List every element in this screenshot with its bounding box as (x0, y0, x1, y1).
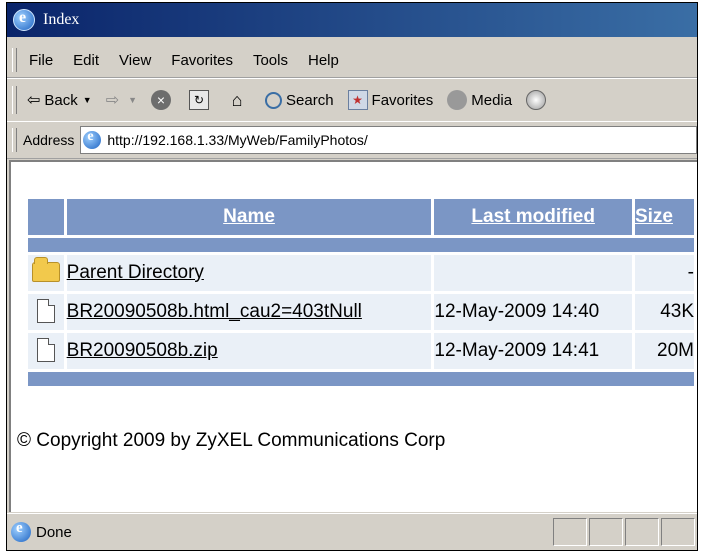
status-text: Done (36, 523, 72, 541)
row-icon-cell (28, 294, 64, 330)
stop-button[interactable]: × (151, 90, 175, 110)
menubar-grip[interactable] (12, 48, 17, 72)
window-title: Index (43, 11, 80, 28)
sort-by-name-link[interactable]: Name (223, 206, 275, 227)
header-last-modified: Last modified (434, 199, 632, 235)
refresh-icon: ↻ (189, 90, 210, 110)
menu-bar: File Edit View Favorites Tools Help (7, 43, 697, 78)
favorites-label: Favorites (371, 91, 434, 109)
row-modified-cell: 12-May-2009 14:41 (434, 333, 632, 369)
row-icon-cell (28, 255, 64, 291)
sort-by-size-link[interactable]: Size (635, 206, 673, 227)
forward-arrow-icon: ⇨ (105, 92, 120, 109)
header-icon-cell (28, 199, 64, 235)
file-icon (36, 299, 55, 323)
row-size-cell: 20M (634, 333, 694, 369)
header-name: Name (66, 199, 432, 235)
title-bar[interactable]: Index (7, 3, 697, 37)
file-link[interactable]: BR20090508b.html_cau2=403tNull (67, 301, 362, 322)
search-icon (265, 91, 283, 109)
menu-edit[interactable]: Edit (73, 52, 99, 69)
history-icon (526, 90, 547, 110)
status-bar: Done (7, 513, 697, 550)
page-content: Name Last modified Size Parent Directory… (9, 160, 697, 512)
row-name-cell: BR20090508b.zip (66, 333, 432, 369)
directory-listing: Name Last modified Size Parent Directory… (25, 196, 697, 389)
media-button[interactable]: Media (447, 90, 512, 110)
search-label: Search (286, 91, 334, 109)
row-size-cell: 43K (634, 294, 694, 330)
standard-toolbar: ⇦ Back ▼ ⇨ ▼ × ↻ ⌂ Search ★ Favorites Me… (7, 78, 697, 122)
search-button[interactable]: Search (265, 91, 334, 109)
footer-separator (28, 372, 694, 386)
address-label: Address (23, 132, 75, 148)
status-ie-icon (11, 520, 31, 542)
back-button[interactable]: ⇦ Back ▼ (27, 90, 92, 110)
menu-favorites[interactable]: Favorites (171, 52, 233, 69)
parent-directory-link[interactable]: Parent Directory (67, 262, 204, 283)
row-name-cell: Parent Directory (66, 255, 432, 291)
addressbar-grip[interactable] (12, 128, 17, 152)
listing-header-row: Name Last modified Size (28, 199, 694, 235)
row-icon-cell (28, 333, 64, 369)
stop-icon: × (151, 90, 172, 110)
header-size: Size (634, 199, 694, 235)
menu-file[interactable]: File (29, 52, 53, 69)
toolbar-grip[interactable] (12, 86, 17, 114)
file-link[interactable]: BR20090508b.zip (67, 340, 218, 361)
media-icon (447, 90, 468, 110)
copyright-text: © Copyright 2009 by ZyXEL Communications… (17, 430, 446, 451)
back-label: Back (44, 91, 78, 109)
menu-help[interactable]: Help (308, 52, 339, 69)
refresh-button[interactable]: ↻ (189, 90, 213, 110)
favorites-icon: ★ (347, 90, 368, 110)
table-row: BR20090508b.html_cau2=403tNull 12-May-20… (28, 294, 694, 330)
home-icon: ⌂ (231, 90, 243, 110)
back-arrow-icon: ⇦ (27, 92, 41, 109)
browser-window: Index File Edit View Favorites Tools Hel… (6, 2, 698, 551)
row-modified-cell (434, 255, 632, 291)
menu-tools[interactable]: Tools (253, 52, 288, 69)
forward-dropdown-icon[interactable]: ▼ (128, 95, 137, 105)
folder-icon (31, 257, 60, 282)
forward-button[interactable]: ⇨ ▼ (106, 90, 137, 110)
media-label: Media (471, 91, 513, 109)
address-url[interactable]: http://192.168.1.33/MyWeb/FamilyPhotos/ (107, 132, 367, 148)
status-pane (553, 518, 587, 546)
address-input[interactable]: http://192.168.1.33/MyWeb/FamilyPhotos/ (80, 126, 697, 154)
row-size-cell: - (634, 255, 694, 291)
ie-logo-icon (13, 9, 35, 31)
status-pane (661, 518, 695, 546)
sort-by-modified-link[interactable]: Last modified (471, 206, 595, 227)
table-row: Parent Directory - (28, 255, 694, 291)
status-pane (589, 518, 623, 546)
table-row: BR20090508b.zip 12-May-2009 14:41 20M (28, 333, 694, 369)
row-name-cell: BR20090508b.html_cau2=403tNull (66, 294, 432, 330)
header-separator (28, 238, 694, 252)
back-dropdown-icon[interactable]: ▼ (83, 95, 92, 105)
address-bar: Address http://192.168.1.33/MyWeb/Family… (7, 121, 697, 159)
favorites-button[interactable]: ★ Favorites (347, 90, 434, 110)
file-icon (36, 338, 55, 362)
row-modified-cell: 12-May-2009 14:40 (434, 294, 632, 330)
page-icon (83, 129, 102, 149)
menu-view[interactable]: View (119, 52, 151, 69)
status-pane (625, 518, 659, 546)
home-button[interactable]: ⌂ (227, 90, 251, 110)
history-button[interactable] (526, 90, 550, 110)
